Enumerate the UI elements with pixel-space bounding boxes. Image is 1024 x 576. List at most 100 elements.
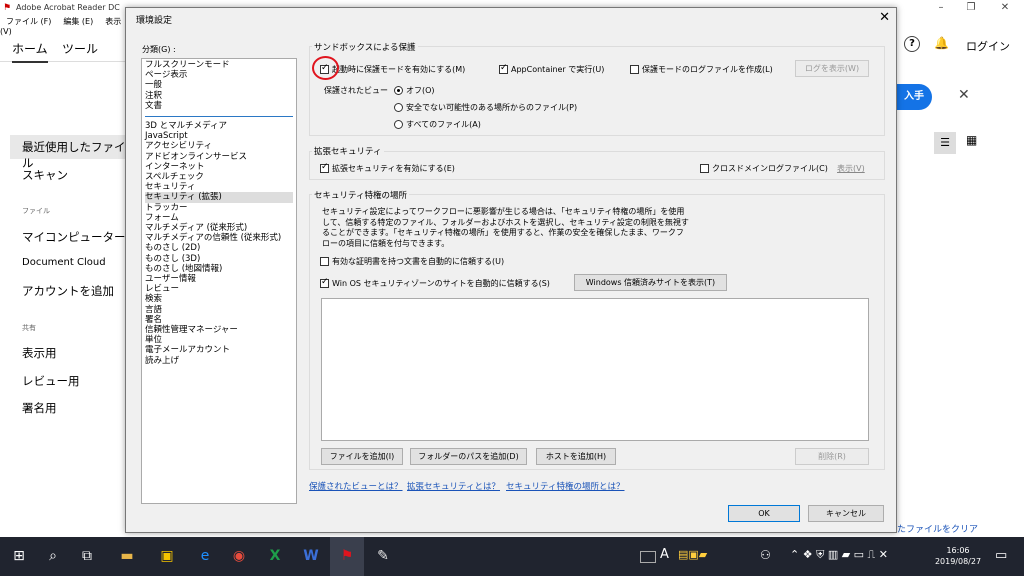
add-folder-button[interactable]: フォルダーのパスを追加(D): [410, 448, 527, 465]
show-trusted-sites-button[interactable]: Windows 信頼済みサイトを表示(T): [574, 274, 727, 291]
category-item[interactable]: 言語: [145, 305, 293, 315]
trust-cert-checkbox[interactable]: 有効な証明書を持つ文書を自動的に信頼する(U): [320, 256, 504, 267]
tab-home[interactable]: ホーム: [12, 40, 48, 63]
category-item[interactable]: ページ表示: [145, 70, 293, 80]
category-item[interactable]: 一般: [145, 80, 293, 90]
windows-start-icon[interactable]: ⊞: [2, 537, 36, 576]
category-item[interactable]: マルチメディアの信頼性 (従来形式): [145, 233, 293, 243]
enhanced-security-checkbox[interactable]: 拡張セキュリティを有効にする(E): [320, 162, 455, 174]
category-item[interactable]: ものさし (2D): [145, 243, 293, 253]
category-item[interactable]: 電子メールアカウント: [145, 345, 293, 355]
restore-icon[interactable]: ❐: [956, 1, 986, 15]
category-item[interactable]: 文書: [145, 101, 293, 111]
category-item[interactable]: トラッカー: [145, 203, 293, 213]
appcontainer-label: AppContainer で実行(U): [511, 65, 605, 74]
category-item[interactable]: フォーム: [145, 213, 293, 223]
category-item[interactable]: ものさし (地図情報): [145, 264, 293, 274]
search-icon[interactable]: ⌕: [36, 537, 70, 576]
category-item[interactable]: ユーザー情報: [145, 274, 293, 284]
privileged-locations-list[interactable]: [321, 298, 869, 441]
category-item[interactable]: セキュリティ: [145, 182, 293, 192]
winos-zone-checkbox[interactable]: Win OS セキュリティゾーンのサイトを自動的に信頼する(S): [320, 277, 550, 289]
window-close-icon[interactable]: ✕: [990, 1, 1020, 15]
winos-zone-label: Win OS セキュリティゾーンのサイトを自動的に信頼する(S): [332, 279, 550, 288]
pv-unsafe-radio[interactable]: 安全でない可能性のある場所からのファイル(P): [394, 102, 577, 113]
category-list[interactable]: フルスクリーンモード ページ表示 一般 注釈 文書 3D とマルチメディア JavaScri…: [141, 58, 297, 504]
ok-button[interactable]: OK: [728, 505, 800, 522]
menu-file[interactable]: ファイル (F): [6, 17, 51, 26]
ime-indicator[interactable]: A: [660, 547, 669, 562]
category-item[interactable]: スペルチェック: [145, 172, 293, 182]
show-log-button[interactable]: ログを表示(W): [795, 60, 869, 77]
app-tabs: ホーム ツール: [0, 32, 130, 63]
sidebar-item-sign[interactable]: 署名用: [22, 400, 57, 416]
sidebar-item-add-account[interactable]: アカウントを追加: [22, 283, 114, 299]
sidebar-header-files: ファイル: [22, 207, 50, 215]
tray-box-icon[interactable]: [640, 551, 656, 563]
task-view-icon[interactable]: ⧉: [70, 537, 104, 576]
category-item[interactable]: 注釈: [145, 91, 293, 101]
acrobat-taskbar-icon[interactable]: ⚑: [330, 537, 364, 576]
list-view-icon[interactable]: ☰: [934, 132, 956, 154]
category-item[interactable]: インターネット: [145, 162, 293, 172]
notification-icon[interactable]: ▭: [995, 548, 1007, 563]
edge-icon[interactable]: e: [188, 537, 222, 576]
protected-mode-checkbox[interactable]: 起動時に保護モードを有効にする(M): [320, 63, 465, 75]
category-item[interactable]: マルチメディア (従来形式): [145, 223, 293, 233]
category-item[interactable]: レビュー: [145, 284, 293, 294]
menu-edit[interactable]: 編集 (E): [63, 17, 93, 26]
sidebar-item-display[interactable]: 表示用: [22, 345, 57, 361]
sidebar-item-review[interactable]: レビュー用: [22, 373, 80, 389]
minimize-icon[interactable]: –: [926, 1, 956, 15]
sidebar-item-document-cloud[interactable]: Document Cloud: [22, 257, 106, 268]
category-item[interactable]: フルスクリーンモード: [145, 60, 293, 70]
category-item[interactable]: 信頼性管理マネージャー: [145, 325, 293, 335]
delete-button[interactable]: 削除(R): [795, 448, 869, 465]
category-item[interactable]: セキュリティ (拡張): [145, 192, 293, 203]
paint-icon[interactable]: ✎: [366, 537, 400, 576]
cancel-button[interactable]: キャンセル: [808, 505, 884, 522]
sidebar-item-scan[interactable]: スキャン: [22, 167, 68, 183]
link-enhanced-security[interactable]: 拡張セキュリティとは？: [407, 480, 500, 492]
category-item[interactable]: 読み上げ: [145, 356, 293, 366]
logfile-checkbox[interactable]: 保護モードのログファイルを作成(L): [630, 64, 773, 75]
category-item[interactable]: アクセシビリティ: [145, 141, 293, 151]
add-host-button[interactable]: ホストを追加(H): [536, 448, 616, 465]
store-icon[interactable]: ▣: [150, 537, 184, 576]
add-file-button[interactable]: ファイルを追加(I): [321, 448, 403, 465]
app-sidebar: 最近使用したファイル スキャン ファイル マイコンピューター Document …: [0, 63, 130, 533]
tray-icons[interactable]: ⌃ ❖ ⛨ ▥ ▰ ▭ ⎍ ✕: [790, 548, 888, 562]
people-icon[interactable]: ⚇: [760, 548, 771, 562]
word-icon[interactable]: W: [294, 537, 328, 576]
grid-view-icon[interactable]: ▦: [966, 133, 977, 147]
sidebar-item-my-computer[interactable]: マイコンピューター: [22, 229, 126, 245]
pv-off-radio[interactable]: オフ(O): [394, 85, 435, 96]
category-item[interactable]: ものさし (3D): [145, 254, 293, 264]
get-app-button[interactable]: 入手: [896, 84, 932, 110]
category-item[interactable]: 3D とマルチメディア: [145, 121, 293, 131]
tray-apps-icon[interactable]: ▤▣▰: [678, 548, 707, 561]
category-separator: [145, 116, 293, 118]
category-item[interactable]: 署名: [145, 315, 293, 325]
link-protected-view[interactable]: 保護されたビューとは？: [309, 480, 403, 492]
dialog-close-icon[interactable]: ✕: [879, 10, 890, 25]
bell-icon[interactable]: 🔔: [934, 36, 949, 50]
chrome-icon[interactable]: ◉: [222, 537, 256, 576]
excel-icon[interactable]: X: [258, 537, 292, 576]
category-item[interactable]: 単位: [145, 335, 293, 345]
category-item[interactable]: JavaScript: [145, 131, 293, 141]
tab-tools[interactable]: ツール: [62, 40, 98, 57]
category-item[interactable]: アドビオンラインサービス: [145, 152, 293, 162]
app-title: Adobe Acrobat Reader DC: [16, 3, 120, 12]
pv-all-radio[interactable]: すべてのファイル(A): [394, 119, 481, 130]
system-clock[interactable]: 16:06 2019/08/27: [930, 545, 986, 567]
help-icon[interactable]: ?: [904, 36, 920, 52]
banner-close-icon[interactable]: ✕: [958, 87, 970, 103]
crossdomain-checkbox[interactable]: クロスドメインログファイル(C): [700, 163, 828, 174]
appcontainer-checkbox[interactable]: AppContainer で実行(U): [499, 63, 605, 75]
crossdomain-show-link[interactable]: 表示(V): [837, 163, 865, 174]
category-item[interactable]: 検索: [145, 294, 293, 304]
link-privileged-locations[interactable]: セキュリティ特権の場所とは？: [506, 480, 625, 492]
login-link[interactable]: ログイン: [966, 38, 1010, 54]
file-explorer-icon[interactable]: ▬: [110, 537, 144, 576]
